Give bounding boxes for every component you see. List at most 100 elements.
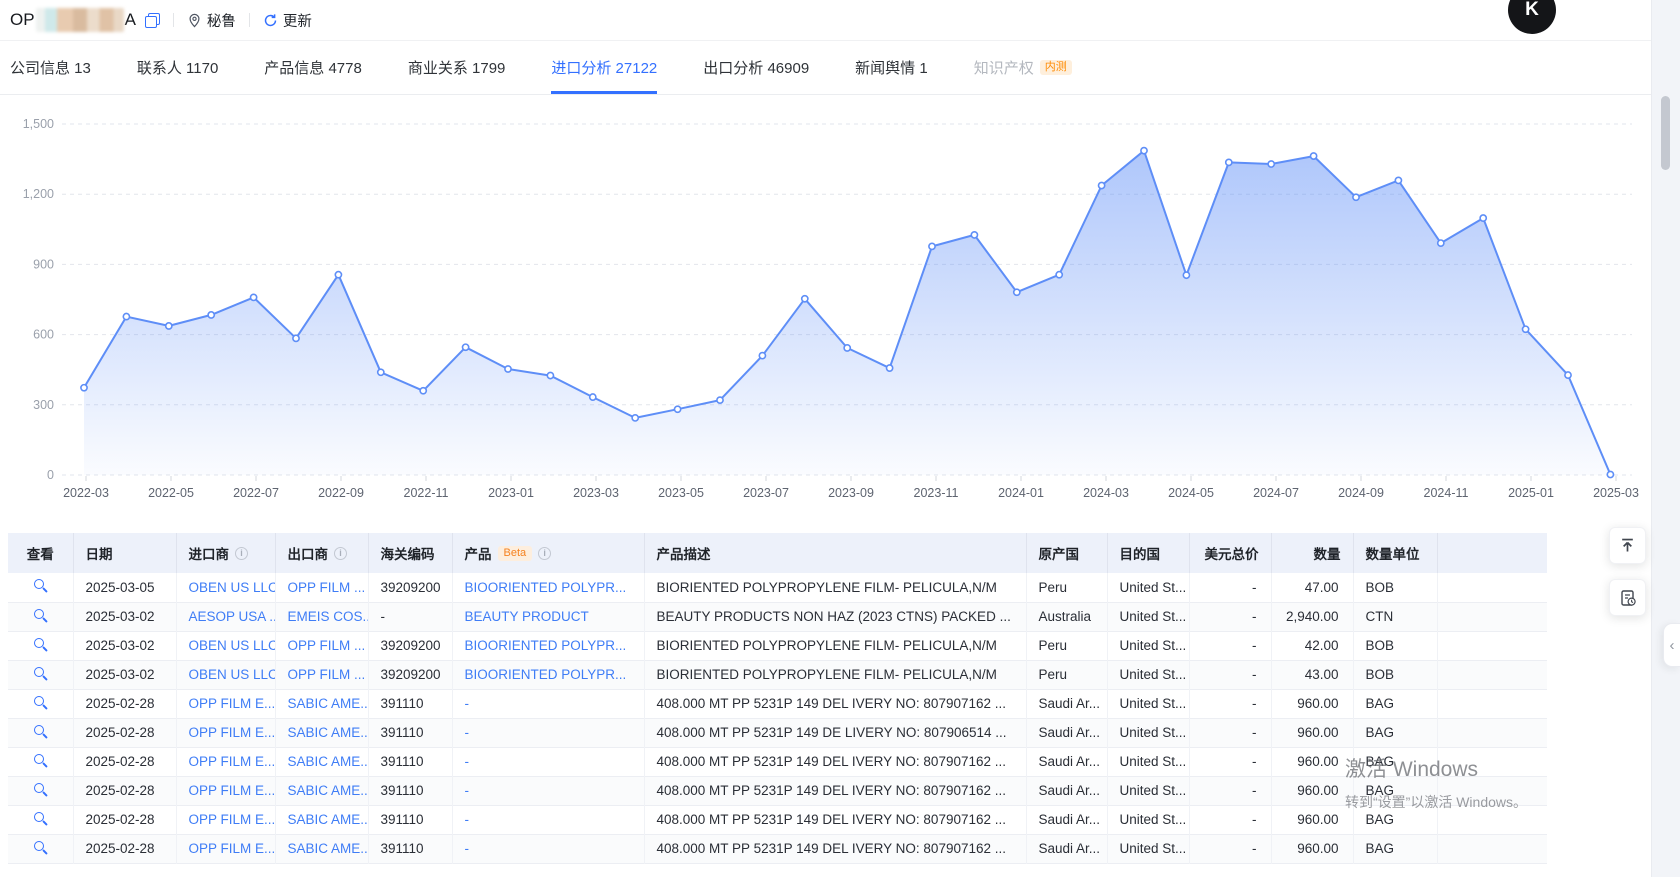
data-point-2024-01[interactable] (1014, 289, 1020, 295)
importer-link[interactable]: OPP FILM E... (189, 725, 276, 740)
product-link[interactable]: - (465, 754, 470, 769)
data-point-2023-03[interactable] (590, 394, 596, 400)
tab-export-analysis[interactable]: 出口分析 46909 (703, 41, 809, 94)
data-point-2023-01[interactable] (505, 366, 511, 372)
exporter-link[interactable]: OPP FILM ... (288, 638, 366, 653)
data-point-2023-04[interactable] (632, 415, 638, 421)
exporter-link[interactable]: OPP FILM ... (288, 667, 366, 682)
product-link[interactable]: - (465, 812, 470, 827)
tab-company-info[interactable]: 公司信息 13 (10, 41, 91, 94)
view-detail-search-icon[interactable] (33, 695, 48, 710)
data-point-2022-11[interactable] (420, 388, 426, 394)
app-logo[interactable]: K (1508, 0, 1556, 34)
data-point-2023-06[interactable] (717, 397, 723, 403)
product-link[interactable]: BIOORIENTED POLYPR... (465, 638, 627, 653)
product-link[interactable]: - (465, 725, 470, 740)
view-detail-search-icon[interactable] (33, 840, 48, 855)
view-detail-search-icon[interactable] (33, 724, 48, 739)
refresh-button[interactable]: 更新 (263, 10, 312, 31)
data-point-2022-09[interactable] (335, 272, 341, 278)
product-link[interactable]: BIOORIENTED POLYPR... (465, 667, 627, 682)
data-point-2024-12[interactable] (1480, 215, 1486, 221)
data-point-2022-03[interactable] (81, 385, 87, 391)
data-point-2023-08[interactable] (802, 296, 808, 302)
tab-news-sentiment[interactable]: 新闻舆情 1 (855, 41, 928, 94)
data-point-2024-09[interactable] (1353, 194, 1359, 200)
data-point-2025-02[interactable] (1565, 372, 1571, 378)
view-detail-search-icon[interactable] (33, 637, 48, 652)
importer-link[interactable]: OPP FILM E... (189, 754, 276, 769)
product-link[interactable]: BIOORIENTED POLYPR... (465, 580, 627, 595)
data-point-2024-06[interactable] (1226, 159, 1232, 165)
data-point-2023-02[interactable] (547, 372, 553, 378)
scrollbar-thumb[interactable] (1661, 96, 1670, 170)
data-point-2023-07[interactable] (759, 353, 765, 359)
scrollbar-track[interactable] (1651, 0, 1680, 877)
info-icon[interactable]: i (334, 547, 347, 560)
importer-link[interactable]: AESOP USA ... (189, 609, 276, 624)
product-link[interactable]: - (465, 696, 470, 711)
cell-quantity: 960.00 (1271, 834, 1353, 863)
importer-link[interactable]: OPP FILM E... (189, 783, 276, 798)
data-point-2023-12[interactable] (971, 232, 977, 238)
product-link[interactable]: - (465, 783, 470, 798)
data-point-2023-10[interactable] (887, 365, 893, 371)
data-point-2022-06[interactable] (208, 312, 214, 318)
tab-product-info[interactable]: 产品信息 4778 (264, 41, 362, 94)
product-link[interactable]: - (465, 841, 470, 856)
back-to-top-button[interactable] (1609, 527, 1646, 564)
data-point-2022-05[interactable] (166, 323, 172, 329)
data-point-2024-05[interactable] (1183, 272, 1189, 278)
view-detail-search-icon[interactable] (33, 578, 48, 593)
importer-link[interactable]: OPP FILM E... (189, 696, 276, 711)
data-point-2024-03[interactable] (1099, 182, 1105, 188)
tab-intellectual-property[interactable]: 知识产权内测 (974, 41, 1072, 94)
data-point-2022-07[interactable] (251, 294, 257, 300)
importer-link[interactable]: OPP FILM E... (189, 841, 276, 856)
data-point-2024-10[interactable] (1395, 177, 1401, 183)
info-icon[interactable]: i (538, 547, 551, 560)
location-button[interactable]: 秘鲁 (187, 10, 236, 31)
tab-business-relations[interactable]: 商业关系 1799 (408, 41, 506, 94)
importer-link[interactable]: OBEN US LLC (189, 638, 276, 653)
area-chart-svg[interactable]: 03006009001,2001,5002022-032022-052022-0… (0, 95, 1640, 507)
exporter-link[interactable]: EMEIS COS... (288, 609, 369, 624)
data-point-2022-08[interactable] (293, 335, 299, 341)
data-point-2023-05[interactable] (675, 406, 681, 412)
destination-value: United St... (1120, 580, 1187, 595)
data-point-2023-09[interactable] (844, 345, 850, 351)
exporter-link[interactable]: SABIC AME... (288, 783, 369, 798)
data-point-2023-11[interactable] (929, 243, 935, 249)
data-point-2022-12[interactable] (463, 344, 469, 350)
exporter-link[interactable]: SABIC AME... (288, 841, 369, 856)
report-history-button[interactable] (1609, 579, 1646, 616)
view-detail-search-icon[interactable] (33, 666, 48, 681)
data-point-2022-10[interactable] (378, 369, 384, 375)
tab-contacts[interactable]: 联系人 1170 (137, 41, 218, 94)
exporter-link[interactable]: SABIC AME... (288, 812, 369, 827)
importer-link[interactable]: OPP FILM E... (189, 812, 276, 827)
tab-import-analysis[interactable]: 进口分析 27122 (551, 41, 657, 94)
data-point-2024-02[interactable] (1056, 272, 1062, 278)
data-point-2024-04[interactable] (1141, 148, 1147, 154)
importer-link[interactable]: OBEN US LLC (189, 580, 276, 595)
data-point-2022-04[interactable] (123, 313, 129, 319)
exporter-link[interactable]: SABIC AME... (288, 754, 369, 769)
exporter-link[interactable]: OPP FILM ... (288, 580, 366, 595)
data-point-2024-11[interactable] (1438, 240, 1444, 246)
view-detail-search-icon[interactable] (33, 811, 48, 826)
data-point-2025-01[interactable] (1523, 326, 1529, 332)
exporter-link[interactable]: SABIC AME... (288, 696, 369, 711)
data-point-2025-03[interactable] (1607, 471, 1613, 477)
view-detail-search-icon[interactable] (33, 782, 48, 797)
importer-link[interactable]: OBEN US LLC (189, 667, 276, 682)
data-point-2024-07[interactable] (1268, 161, 1274, 167)
info-icon[interactable]: i (235, 547, 248, 560)
exporter-link[interactable]: SABIC AME... (288, 725, 369, 740)
data-point-2024-08[interactable] (1311, 153, 1317, 159)
product-link[interactable]: BEAUTY PRODUCT (465, 609, 589, 624)
view-detail-search-icon[interactable] (33, 608, 48, 623)
collapse-panel-handle[interactable]: ‹ (1663, 623, 1680, 667)
view-detail-search-icon[interactable] (33, 753, 48, 768)
copy-icon[interactable] (145, 13, 160, 28)
